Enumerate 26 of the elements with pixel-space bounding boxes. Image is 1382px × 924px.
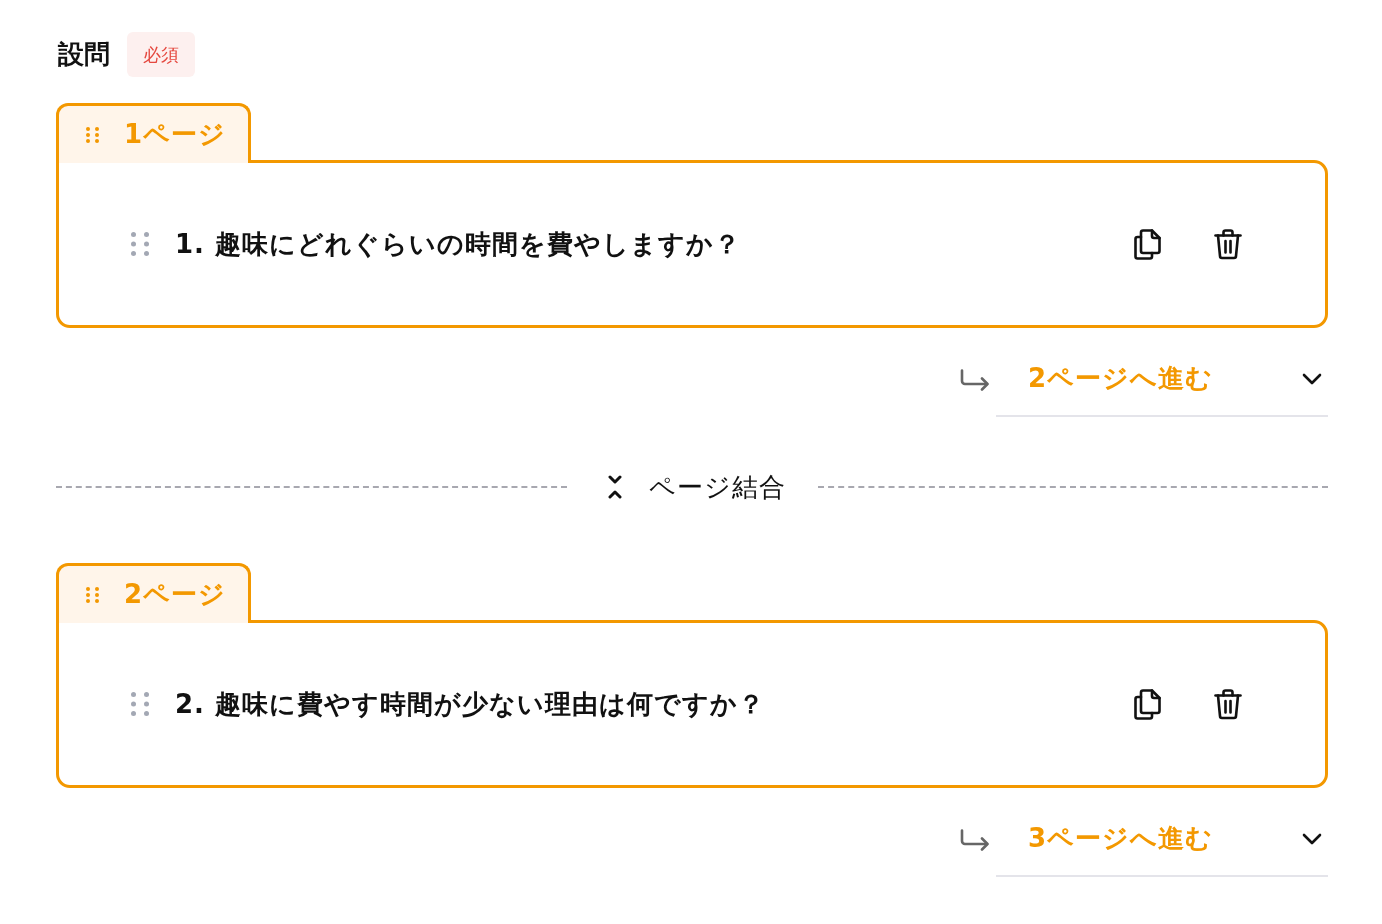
delete-button[interactable] [1213, 228, 1243, 260]
trash-icon [1213, 228, 1243, 260]
page-label: 1ページ [124, 118, 227, 151]
chevron-down-icon [1302, 372, 1322, 385]
drag-handle-icon[interactable] [131, 692, 149, 716]
question-text: 1. 趣味にどれぐらいの時間を費やしますか？ [175, 227, 742, 261]
branch-arrow-icon [960, 828, 990, 851]
trash-icon [1213, 688, 1243, 720]
page-label: 2ページ [124, 578, 227, 611]
question-text: 2. 趣味に費やす時間が少ない理由は何ですか？ [175, 687, 766, 721]
chevrons-inward-icon [607, 475, 622, 499]
copy-icon [1133, 228, 1163, 260]
copy-button[interactable] [1133, 228, 1163, 260]
delete-button[interactable] [1213, 688, 1243, 720]
copy-icon [1133, 688, 1163, 720]
merge-pages-button[interactable]: ページ結合 [566, 469, 818, 505]
drag-handle-icon[interactable] [86, 126, 99, 143]
copy-button[interactable] [1133, 688, 1163, 720]
section-title: 設問 [58, 38, 110, 71]
chevron-down-icon [1302, 832, 1322, 845]
branch-arrow-icon [960, 368, 990, 391]
next-page-select[interactable]: 2ページへ進む [996, 342, 1328, 417]
required-badge: 必須 [127, 32, 195, 77]
drag-handle-icon[interactable] [86, 586, 99, 603]
drag-handle-icon[interactable] [131, 232, 149, 256]
next-page-select[interactable]: 3ページへ進む [996, 802, 1328, 877]
